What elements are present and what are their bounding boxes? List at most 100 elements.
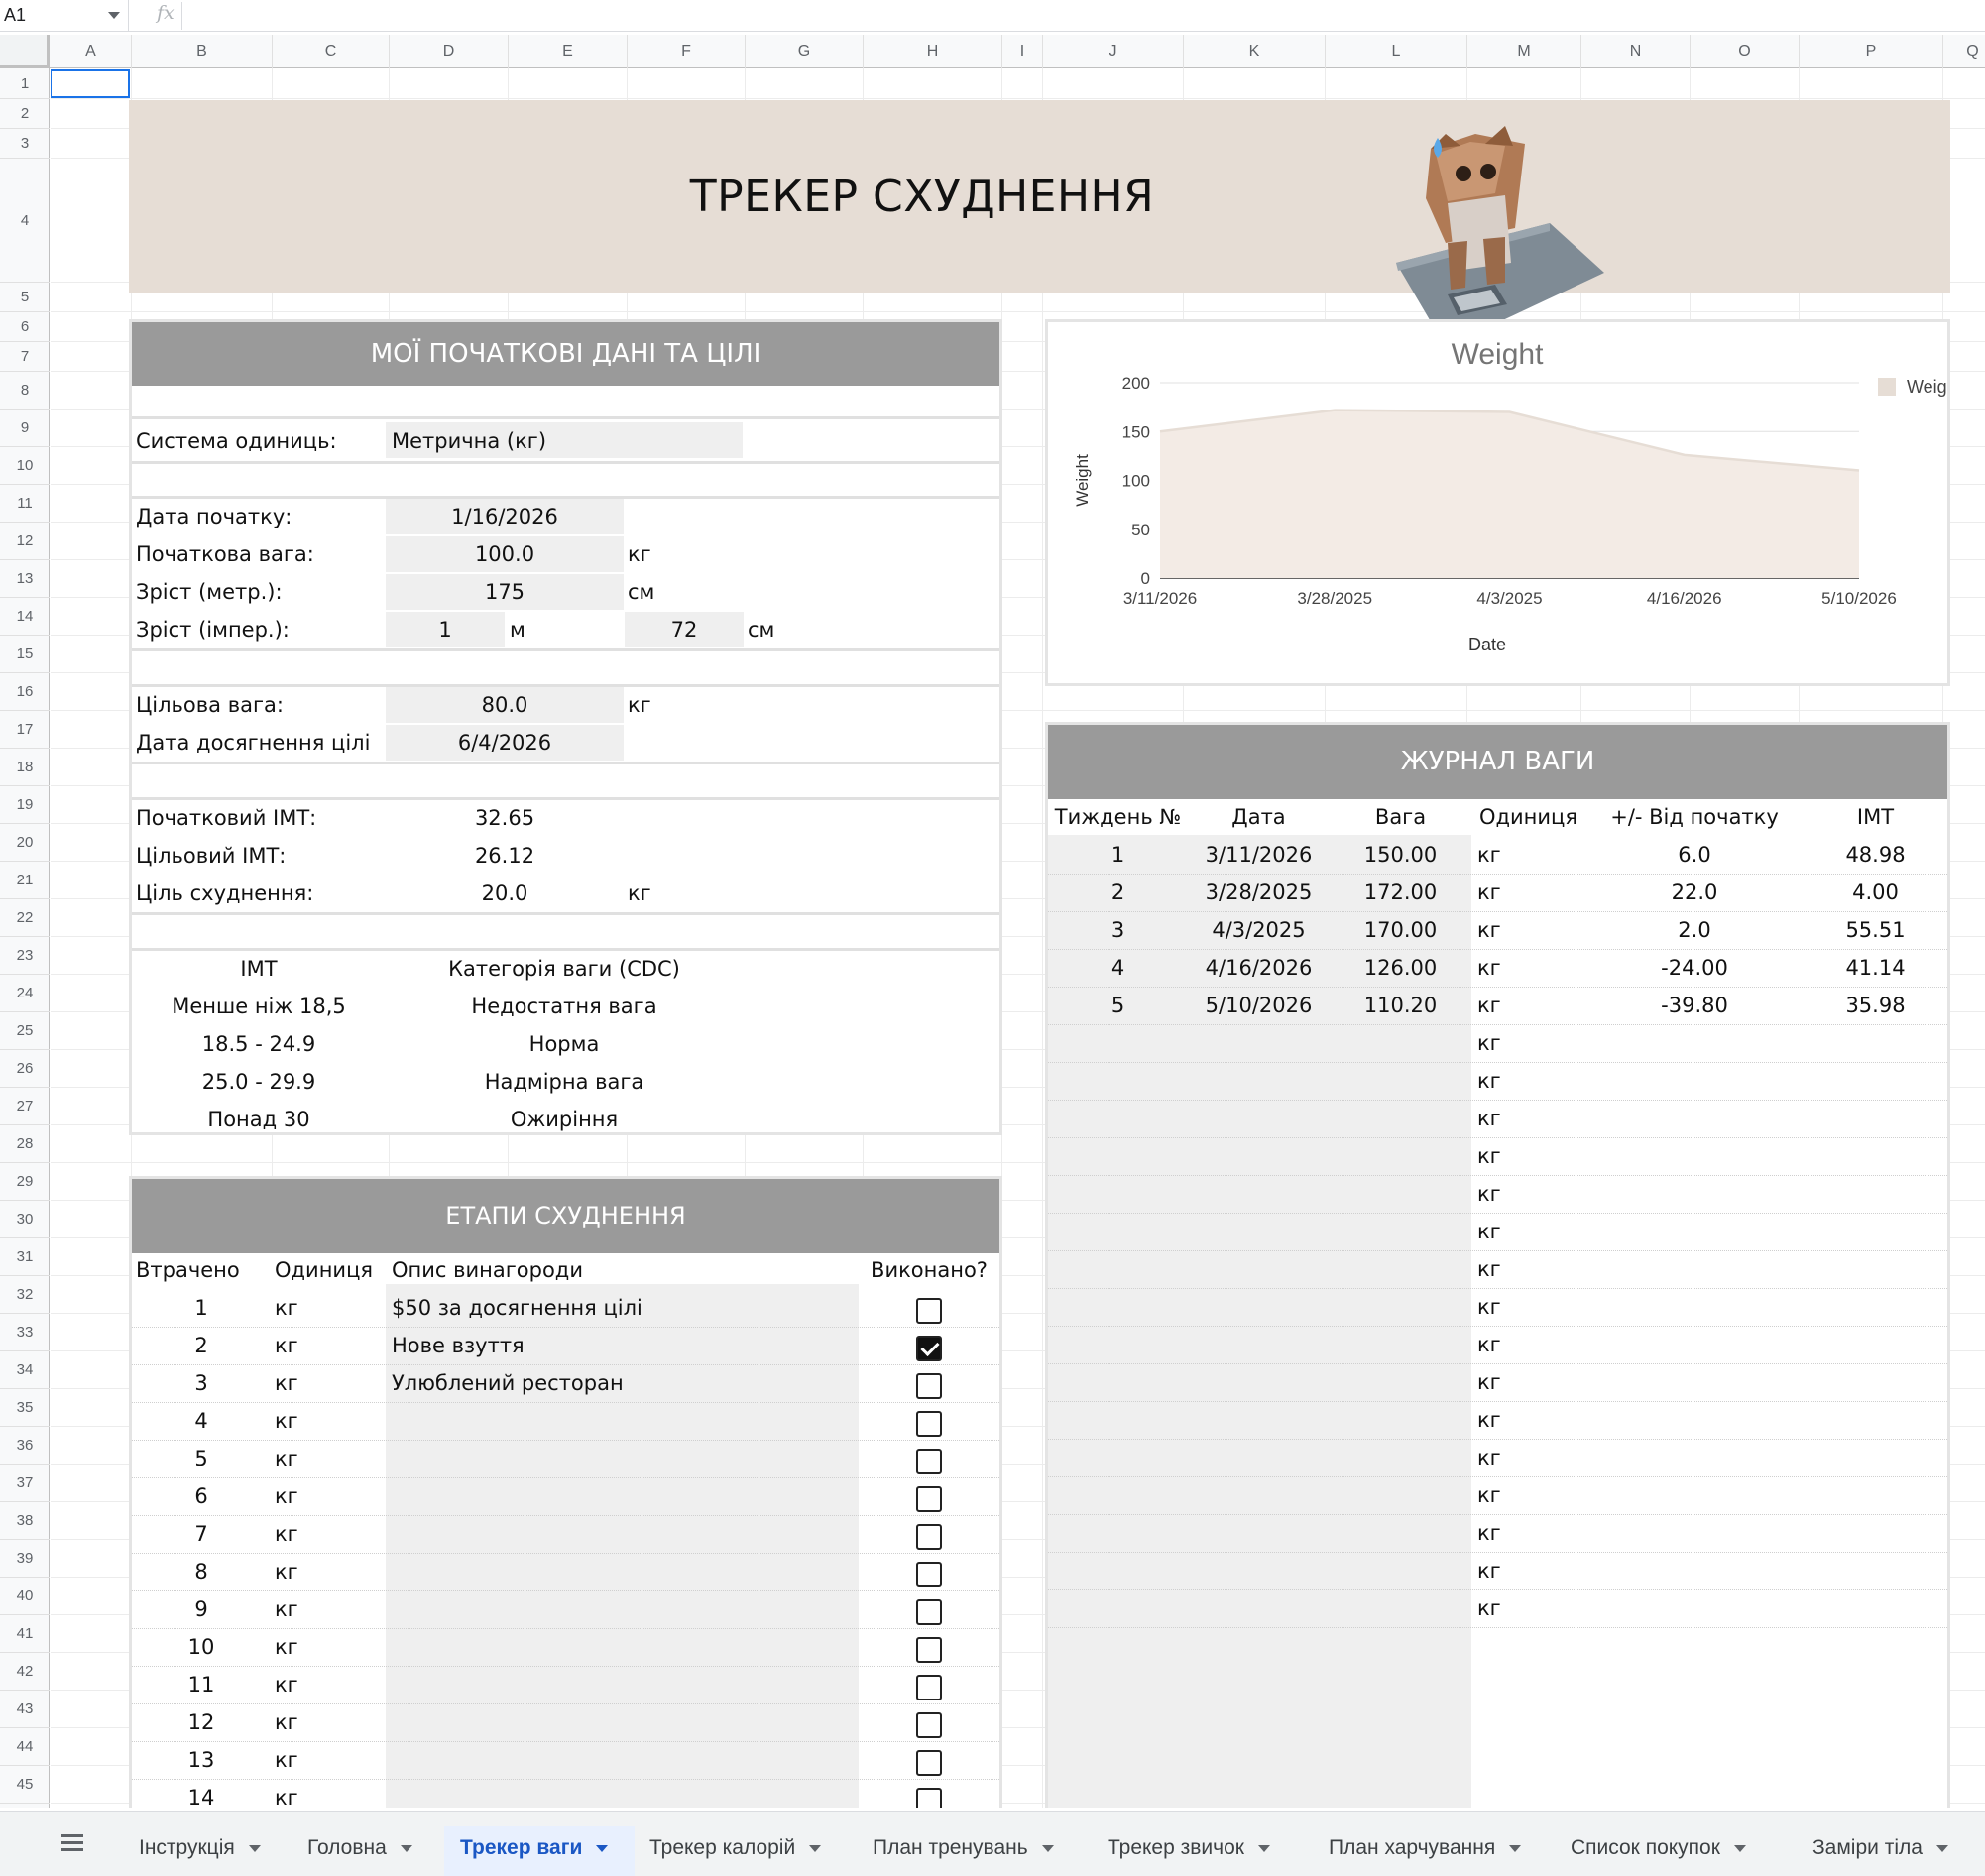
log-week[interactable]: 2 xyxy=(1048,880,1188,904)
log-unit[interactable]: кг xyxy=(1477,843,1501,867)
milestone-lost[interactable]: 11 xyxy=(132,1673,271,1697)
milestone-lost[interactable]: 2 xyxy=(132,1334,271,1357)
sheet-tab[interactable]: Трекер ваги xyxy=(444,1826,635,1876)
log-unit[interactable]: кг xyxy=(1477,1483,1501,1507)
row-header-36[interactable]: 36 xyxy=(0,1427,50,1465)
unchecked-checkbox[interactable] xyxy=(916,1712,942,1738)
row-header-9[interactable]: 9 xyxy=(0,410,50,447)
chevron-down-icon[interactable] xyxy=(1041,1844,1054,1852)
chevron-down-icon[interactable] xyxy=(1935,1844,1948,1852)
sheet-tab[interactable]: План харчування xyxy=(1319,1826,1555,1876)
log-week[interactable]: 5 xyxy=(1048,994,1188,1017)
milestone-unit[interactable]: кг xyxy=(275,1522,298,1546)
row-header-32[interactable]: 32 xyxy=(0,1276,50,1314)
log-unit[interactable]: кг xyxy=(1477,880,1501,904)
unchecked-checkbox[interactable] xyxy=(916,1486,942,1512)
milestone-lost[interactable]: 9 xyxy=(132,1597,271,1621)
chevron-down-icon[interactable] xyxy=(1733,1844,1746,1852)
sheet-tab[interactable]: Заміри тіла xyxy=(1803,1826,1981,1876)
column-header-d[interactable]: D xyxy=(390,35,509,68)
row-header-26[interactable]: 26 xyxy=(0,1050,50,1088)
column-header-e[interactable]: E xyxy=(509,35,628,68)
sheet-tab[interactable]: План тренувань xyxy=(863,1826,1091,1876)
sheet-tab[interactable]: Трекер калорій xyxy=(640,1826,856,1876)
row-header-31[interactable]: 31 xyxy=(0,1238,50,1276)
column-header-f[interactable]: F xyxy=(628,35,746,68)
row-header-35[interactable]: 35 xyxy=(0,1389,50,1427)
height-metric-value[interactable]: 175 xyxy=(386,580,624,604)
column-header-c[interactable]: C xyxy=(273,35,390,68)
milestone-reward[interactable]: Улюблений ресторан xyxy=(392,1371,853,1395)
name-box-dropdown-icon[interactable] xyxy=(108,12,120,19)
milestone-lost[interactable]: 4 xyxy=(132,1409,271,1433)
row-header-1[interactable]: 1 xyxy=(0,68,50,99)
milestone-unit[interactable]: кг xyxy=(275,1597,298,1621)
milestone-unit[interactable]: кг xyxy=(275,1673,298,1697)
log-unit[interactable]: кг xyxy=(1477,1521,1501,1545)
log-unit[interactable]: кг xyxy=(1477,1257,1501,1281)
milestone-unit[interactable]: кг xyxy=(275,1748,298,1772)
row-header-4[interactable]: 4 xyxy=(0,159,50,283)
weight-chart[interactable]: Weight 0 50 100 150 200 3/11/2026 3/28/2025 4/3/… xyxy=(1048,322,1947,683)
row-header-28[interactable]: 28 xyxy=(0,1125,50,1163)
milestone-lost[interactable]: 12 xyxy=(132,1710,271,1734)
column-header-g[interactable]: G xyxy=(746,35,864,68)
log-unit[interactable]: кг xyxy=(1477,1031,1501,1055)
milestone-unit[interactable]: кг xyxy=(275,1409,298,1433)
log-date[interactable]: 3/28/2025 xyxy=(1188,880,1330,904)
column-header-k[interactable]: K xyxy=(1184,35,1326,68)
log-unit[interactable]: кг xyxy=(1477,1069,1501,1093)
chevron-down-icon[interactable] xyxy=(1257,1844,1270,1852)
milestone-unit[interactable]: кг xyxy=(275,1710,298,1734)
formula-input[interactable] xyxy=(198,0,1985,32)
log-weight[interactable]: 150.00 xyxy=(1330,843,1471,867)
row-header-17[interactable]: 17 xyxy=(0,711,50,749)
milestone-unit[interactable]: кг xyxy=(275,1560,298,1583)
row-header-21[interactable]: 21 xyxy=(0,862,50,899)
milestone-unit[interactable]: кг xyxy=(275,1635,298,1659)
milestone-lost[interactable]: 10 xyxy=(132,1635,271,1659)
row-header-43[interactable]: 43 xyxy=(0,1691,50,1728)
milestone-unit[interactable]: кг xyxy=(275,1371,298,1395)
log-week[interactable]: 1 xyxy=(1048,843,1188,867)
row-header-33[interactable]: 33 xyxy=(0,1314,50,1351)
start-date-value[interactable]: 1/16/2026 xyxy=(386,505,624,528)
checked-checkbox[interactable] xyxy=(916,1336,942,1361)
row-header-18[interactable]: 18 xyxy=(0,749,50,786)
log-unit[interactable]: кг xyxy=(1477,1408,1501,1432)
row-header-27[interactable]: 27 xyxy=(0,1088,50,1125)
row-header-20[interactable]: 20 xyxy=(0,824,50,862)
column-header-m[interactable]: M xyxy=(1467,35,1581,68)
row-header-6[interactable]: 6 xyxy=(0,312,50,342)
log-unit[interactable]: кг xyxy=(1477,1220,1501,1243)
milestone-unit[interactable]: кг xyxy=(275,1447,298,1470)
milestone-lost[interactable]: 3 xyxy=(132,1371,271,1395)
milestone-lost[interactable]: 8 xyxy=(132,1560,271,1583)
column-header-h[interactable]: H xyxy=(864,35,1002,68)
row-header-22[interactable]: 22 xyxy=(0,899,50,937)
chevron-down-icon[interactable] xyxy=(1509,1844,1522,1852)
unchecked-checkbox[interactable] xyxy=(916,1675,942,1700)
unchecked-checkbox[interactable] xyxy=(916,1599,942,1625)
log-date[interactable]: 4/3/2025 xyxy=(1188,918,1330,942)
log-unit[interactable]: кг xyxy=(1477,1370,1501,1394)
log-date[interactable]: 5/10/2026 xyxy=(1188,994,1330,1017)
row-header-11[interactable]: 11 xyxy=(0,485,50,523)
log-unit[interactable]: кг xyxy=(1477,918,1501,942)
row-header-19[interactable]: 19 xyxy=(0,786,50,824)
row-header-38[interactable]: 38 xyxy=(0,1502,50,1540)
sheet-grid[interactable]: ТРЕКЕР СХУДНЕННЯ МОЇ ПОЧАТКОВІ ДАНІ ТА Ц… xyxy=(51,68,1985,1808)
column-header-p[interactable]: P xyxy=(1800,35,1943,68)
row-header-12[interactable]: 12 xyxy=(0,523,50,560)
milestone-unit[interactable]: кг xyxy=(275,1334,298,1357)
unchecked-checkbox[interactable] xyxy=(916,1524,942,1550)
row-header-39[interactable]: 39 xyxy=(0,1540,50,1578)
row-header-5[interactable]: 5 xyxy=(0,283,50,312)
row-header-45[interactable]: 45 xyxy=(0,1766,50,1804)
milestone-reward[interactable]: Нове взуття xyxy=(392,1334,853,1357)
unchecked-checkbox[interactable] xyxy=(916,1637,942,1663)
row-header-24[interactable]: 24 xyxy=(0,975,50,1012)
milestone-lost[interactable]: 13 xyxy=(132,1748,271,1772)
column-header-n[interactable]: N xyxy=(1581,35,1691,68)
row-header-7[interactable]: 7 xyxy=(0,342,50,372)
